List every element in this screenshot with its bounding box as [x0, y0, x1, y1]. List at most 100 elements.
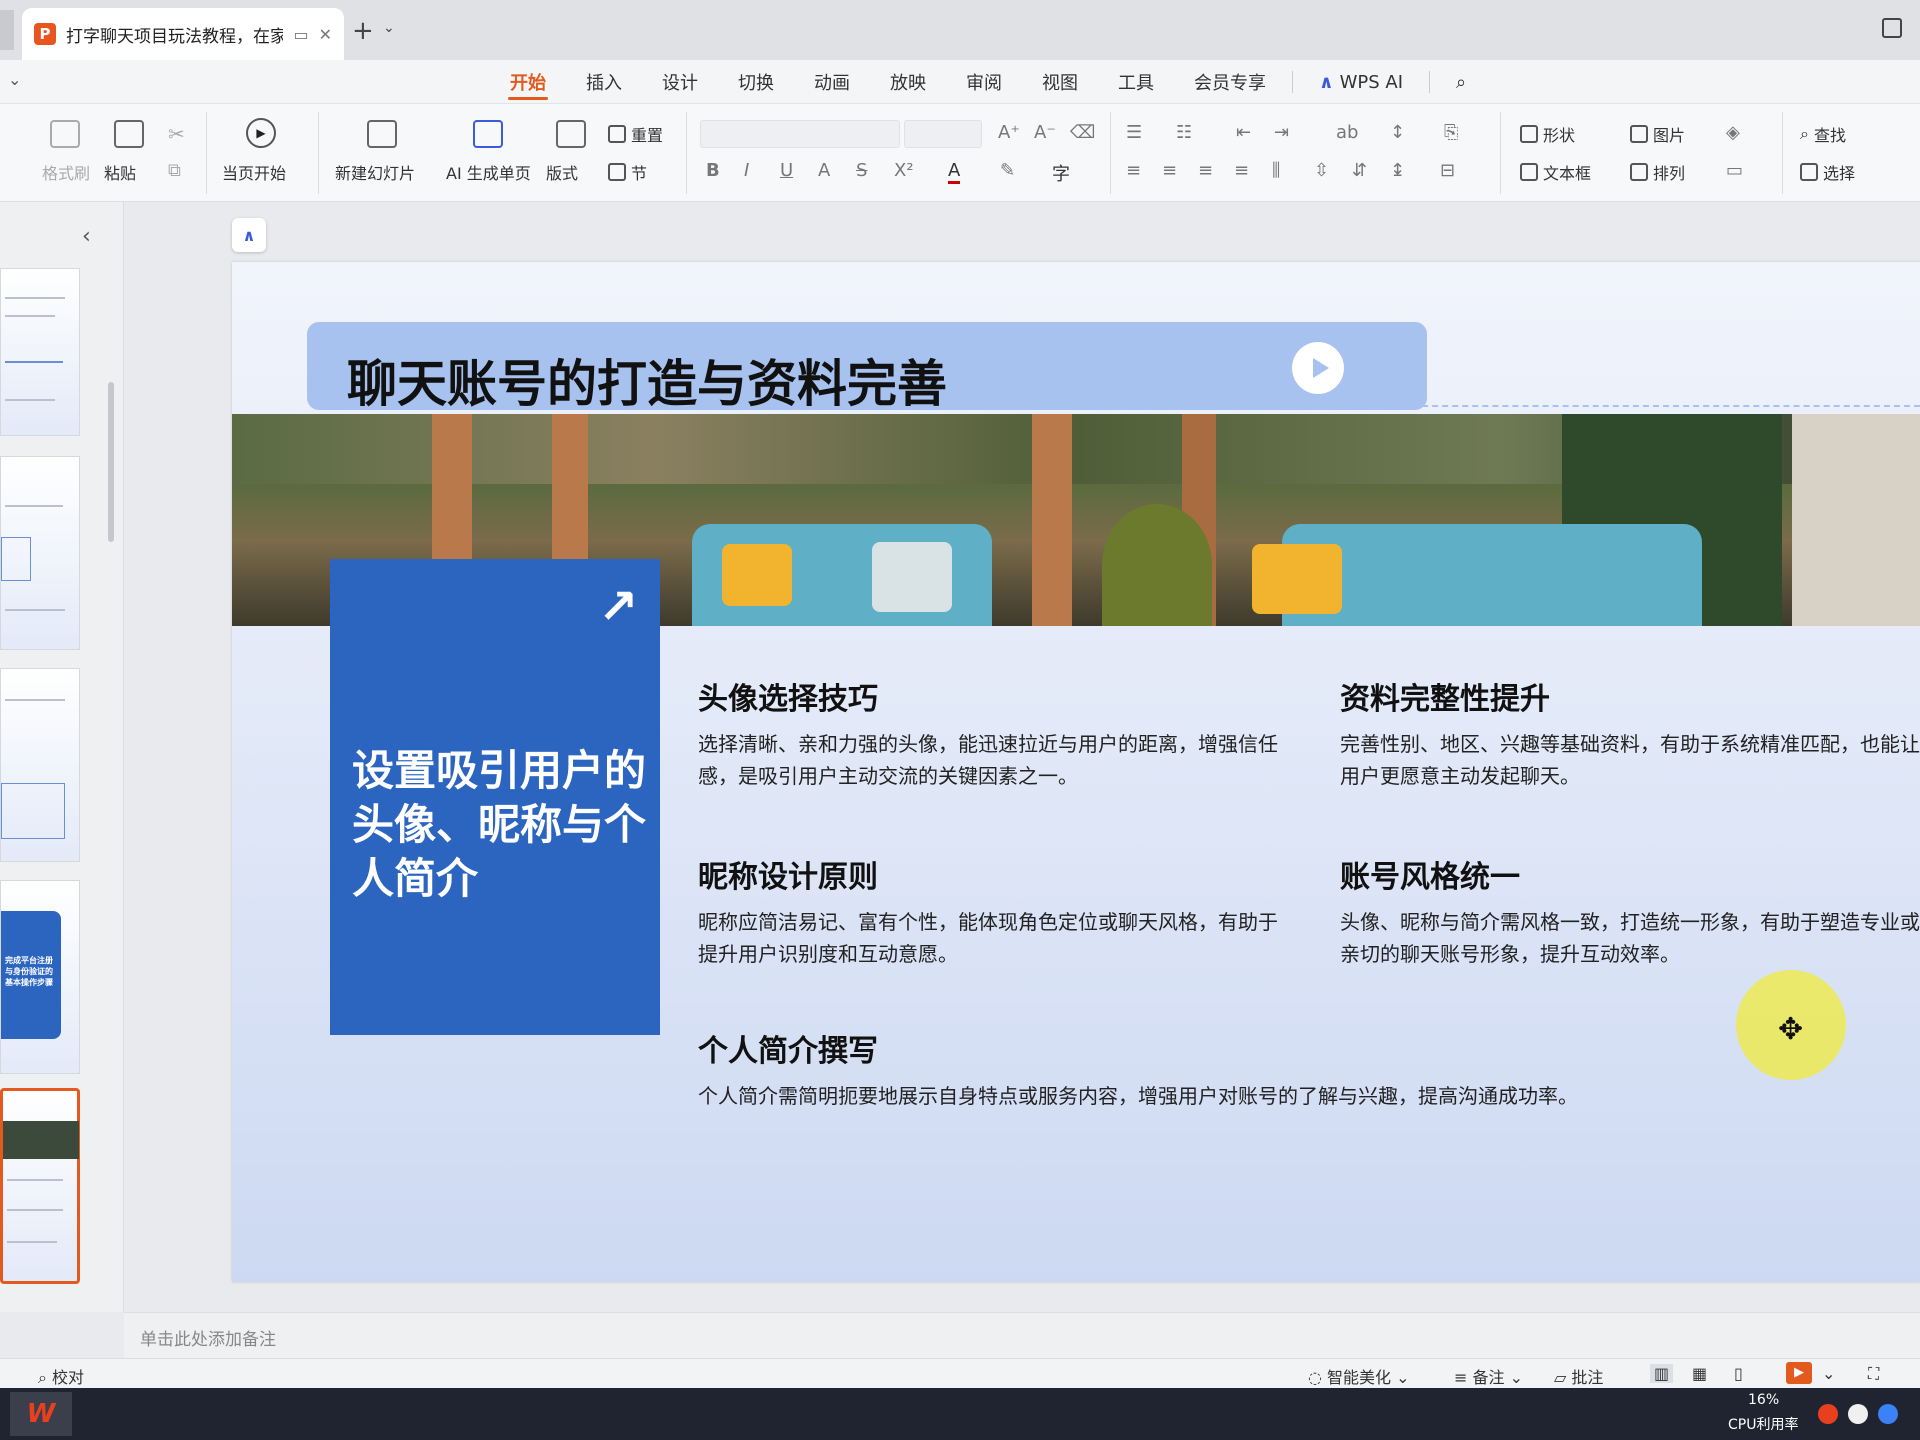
outline-color-icon[interactable]: ▭: [1726, 160, 1743, 181]
section-body-bio[interactable]: 个人简介需简明扼要地展示自身特点或服务内容，增强用户对账号的了解与兴趣，提高沟通…: [698, 1080, 1858, 1112]
convert-icon[interactable]: ⎘: [1444, 122, 1458, 143]
section-heading-bio[interactable]: 个人简介撰写: [698, 1026, 878, 1070]
section-button[interactable]: 节: [608, 160, 647, 184]
tab-close-icon[interactable]: ✕: [319, 25, 332, 44]
justify-icon[interactable]: ≡: [1234, 160, 1249, 181]
reset-button[interactable]: 重置: [608, 122, 663, 146]
highlight-icon[interactable]: ✎: [1000, 160, 1015, 181]
paragraph-spacing-icon[interactable]: ⇵: [1352, 160, 1367, 181]
tab-design[interactable]: 设计: [642, 60, 718, 104]
font-family-select[interactable]: [700, 120, 900, 148]
numbered-list-icon[interactable]: ☷: [1176, 122, 1192, 143]
fit-window-icon[interactable]: ⛶: [1868, 1364, 1879, 1384]
tray-app-icon[interactable]: [1878, 1404, 1898, 1424]
copy-icon[interactable]: ⧉: [168, 160, 181, 181]
slide-thumbnail[interactable]: [0, 668, 80, 862]
notes-pane[interactable]: 单击此处添加备注: [124, 1312, 1920, 1358]
document-tab[interactable]: P 打字聊天项目玩法教程，在家 ▭ ✕: [22, 8, 344, 60]
new-slide-button[interactable]: 新建幻灯片: [335, 160, 415, 184]
section-heading-style[interactable]: 账号风格统一: [1340, 852, 1520, 896]
tab-tools[interactable]: 工具: [1098, 60, 1174, 104]
quick-access-chevron-icon[interactable]: ⌄: [8, 70, 21, 89]
section-heading-avatar[interactable]: 头像选择技巧: [698, 674, 878, 718]
slide-thumbnail[interactable]: [0, 268, 80, 436]
bullet-list-icon[interactable]: ☰: [1126, 122, 1142, 143]
slide-title[interactable]: 聊天账号的打造与资料完善: [347, 344, 947, 416]
tab-wps-ai[interactable]: ∧ WPS AI: [1299, 60, 1423, 104]
tray-app-icon[interactable]: [1848, 1404, 1868, 1424]
wps-ai-float-icon[interactable]: ∧: [232, 218, 266, 252]
tab-animations[interactable]: 动画: [794, 60, 870, 104]
search-icon[interactable]: ⌕: [1436, 60, 1486, 104]
sort-icon[interactable]: ↕: [1390, 122, 1405, 143]
arrange-button[interactable]: 排列: [1630, 160, 1685, 184]
align-right-icon[interactable]: ≡: [1198, 160, 1213, 181]
ai-generate-page-button[interactable]: AI 生成单页: [446, 160, 531, 184]
comments-button[interactable]: ▱ 批注: [1554, 1364, 1603, 1388]
shadow-text-icon[interactable]: A: [818, 160, 830, 181]
italic-icon[interactable]: I: [744, 160, 749, 181]
play-from-current-button[interactable]: 当页开始: [222, 160, 286, 184]
layout-button[interactable]: 版式: [546, 160, 578, 184]
window-restore-icon[interactable]: [1882, 18, 1902, 38]
find-button[interactable]: ⌕ 查找: [1800, 122, 1846, 146]
slide-sorter-icon[interactable]: ▦: [1692, 1364, 1707, 1383]
text-align-box-icon[interactable]: ⊟: [1440, 160, 1455, 181]
record-tray-icon[interactable]: [1818, 1404, 1838, 1424]
font-color-icon[interactable]: A: [948, 160, 961, 184]
highlight-box[interactable]: ↗ 设置吸引用户的头像、昵称与个人简介: [330, 559, 660, 1035]
picture-button[interactable]: 图片: [1630, 122, 1685, 146]
thumbnail-scrollbar[interactable]: [108, 382, 114, 542]
shape-button[interactable]: 形状: [1520, 122, 1575, 146]
slide-thumbnail[interactable]: 完成平台注册与身份验证的基本操作步骤: [0, 880, 80, 1074]
tab-slideshow[interactable]: 放映: [870, 60, 946, 104]
align-left-icon[interactable]: ≡: [1126, 160, 1141, 181]
align-center-icon[interactable]: ≡: [1162, 160, 1177, 181]
slide-thumbnail-selected[interactable]: [0, 1088, 80, 1284]
text-direction-icon[interactable]: ab: [1336, 122, 1358, 143]
tab-member[interactable]: 会员专享: [1174, 60, 1286, 104]
slide-thumbnail[interactable]: [0, 456, 80, 650]
section-body-avatar[interactable]: 选择清晰、亲和力强的头像，能迅速拉近与用户的距离，增强信任感，是吸引用户主动交流…: [698, 728, 1298, 792]
slideshow-chevron-icon[interactable]: ⌄: [1822, 1364, 1835, 1383]
tab-transitions[interactable]: 切换: [718, 60, 794, 104]
collapse-panel-chevron-icon[interactable]: ‹: [82, 224, 91, 249]
line-spacing-icon[interactable]: ⇳: [1314, 160, 1329, 181]
bold-icon[interactable]: B: [706, 160, 720, 181]
paste-button[interactable]: 粘贴: [104, 160, 136, 184]
proofread-button[interactable]: ⌕ 校对: [38, 1364, 84, 1388]
wps-taskbar-icon[interactable]: W: [10, 1392, 72, 1436]
font-grow-icon[interactable]: A⁺: [998, 122, 1020, 143]
section-heading-profile[interactable]: 资料完整性提升: [1340, 674, 1550, 718]
cut-icon[interactable]: ✂: [168, 122, 185, 146]
textbox-button[interactable]: 文本框: [1520, 160, 1591, 184]
tab-list-chevron-icon[interactable]: ⌄: [383, 20, 395, 36]
tab-home[interactable]: 开始: [490, 60, 566, 104]
underline-icon[interactable]: U: [780, 160, 793, 181]
strikethrough-icon[interactable]: S: [856, 160, 867, 181]
distribute-icon[interactable]: ⫼: [1272, 160, 1280, 181]
tab-window-icon[interactable]: ▭: [293, 25, 308, 44]
select-button[interactable]: 选择: [1800, 160, 1855, 184]
section-body-style[interactable]: 头像、昵称与简介需风格一致，打造统一形象，有助于塑造专业或亲切的聊天账号形象，提…: [1340, 906, 1920, 976]
section-body-profile[interactable]: 完善性别、地区、兴趣等基础资料，有助于系统精准匹配，也能让用户更愿意主动发起聊天…: [1340, 728, 1920, 798]
font-shrink-icon[interactable]: A⁻: [1034, 122, 1056, 143]
tab-stub[interactable]: [0, 10, 14, 50]
normal-view-icon[interactable]: ▥: [1650, 1364, 1674, 1383]
font-size-select[interactable]: [904, 120, 982, 148]
increase-indent-icon[interactable]: ⇥: [1274, 122, 1289, 143]
column-spacing-icon[interactable]: ↨: [1390, 160, 1405, 181]
tab-review[interactable]: 审阅: [946, 60, 1022, 104]
tab-view[interactable]: 视图: [1022, 60, 1098, 104]
fill-color-icon[interactable]: ◈: [1726, 122, 1740, 143]
phonetic-icon[interactable]: 字: [1052, 160, 1070, 186]
notes-toggle-button[interactable]: ≡ 备注 ⌄: [1454, 1364, 1523, 1388]
beautify-button[interactable]: ◌ 智能美化 ⌄: [1308, 1364, 1410, 1388]
format-painter-button[interactable]: 格式刷: [42, 160, 90, 184]
slide-canvas[interactable]: 聊天账号的打造与资料完善 ↗ 设置吸引用户的头像、昵称与个人简介 头像选择技巧 …: [232, 262, 1920, 1282]
slideshow-play-icon[interactable]: ▶: [1786, 1362, 1812, 1384]
superscript-icon[interactable]: X²: [894, 160, 914, 181]
reading-view-icon[interactable]: ▯: [1734, 1364, 1743, 1383]
play-icon[interactable]: [1292, 342, 1344, 394]
decrease-indent-icon[interactable]: ⇤: [1236, 122, 1251, 143]
